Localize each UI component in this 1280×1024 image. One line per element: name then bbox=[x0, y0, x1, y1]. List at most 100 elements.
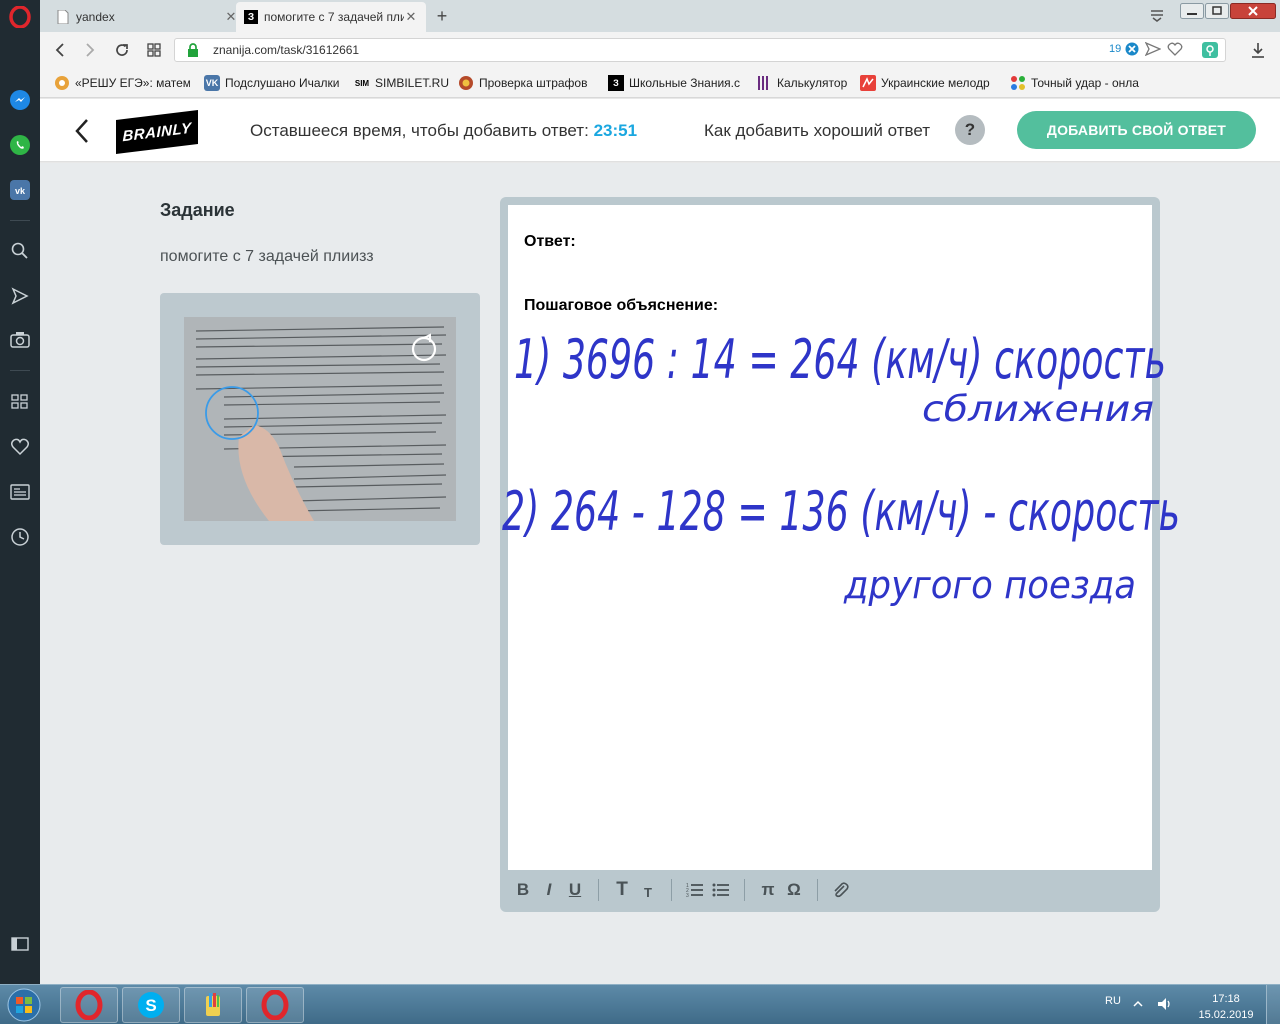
znanija-icon: З bbox=[608, 75, 624, 91]
how-to-answer-link[interactable]: Как добавить хороший ответ bbox=[704, 121, 930, 141]
tray-chevron-icon[interactable] bbox=[1132, 997, 1144, 1009]
task-text: помогите с 7 задачей плиизз bbox=[160, 248, 374, 265]
task-attachment bbox=[160, 293, 480, 545]
melodrama-icon bbox=[860, 75, 876, 91]
send-page-icon[interactable] bbox=[1144, 41, 1162, 61]
search-icon[interactable] bbox=[8, 239, 32, 263]
tabs-grid-icon[interactable] bbox=[144, 40, 164, 60]
police-icon bbox=[458, 75, 474, 91]
adblock-icon[interactable] bbox=[1125, 42, 1139, 61]
reload-icon[interactable] bbox=[112, 40, 132, 60]
time-remaining-value: 23:51 bbox=[593, 121, 638, 140]
attachment-clip-icon[interactable] bbox=[828, 877, 854, 903]
lock-icon bbox=[187, 43, 201, 59]
tab-znanija[interactable]: З помогите с 7 задачей пли ✕ bbox=[236, 2, 426, 32]
heading-small-button[interactable]: T bbox=[635, 877, 661, 903]
numbered-list-icon[interactable]: 123 bbox=[682, 877, 708, 903]
page-icon bbox=[56, 10, 70, 24]
svg-text:3: 3 bbox=[686, 893, 689, 898]
taskbar-paint-icon[interactable] bbox=[184, 987, 242, 1023]
brainly-logo[interactable]: BRAINLY bbox=[116, 109, 198, 155]
answer-textarea[interactable]: Ответ: Пошаговое объяснение: bbox=[508, 205, 1152, 870]
messenger-icon[interactable] bbox=[8, 88, 32, 112]
answer-editor: Ответ: Пошаговое объяснение: B I U T T 1… bbox=[500, 197, 1160, 912]
windows-taskbar: S RU 17:18 15.02.2019 bbox=[0, 984, 1280, 1024]
bold-button[interactable]: B bbox=[510, 877, 536, 903]
heading-large-button[interactable]: T bbox=[609, 877, 635, 903]
clock[interactable]: 17:18 15.02.2019 bbox=[1196, 991, 1256, 1023]
answer-label: Ответ: bbox=[524, 233, 576, 250]
sidebar-toggle-icon[interactable] bbox=[8, 932, 32, 956]
tochny-udar-icon bbox=[1010, 75, 1026, 91]
minimize-button[interactable] bbox=[1180, 2, 1204, 20]
bookmark-heart-icon[interactable] bbox=[1167, 42, 1183, 61]
explanation-label: Пошаговое объяснение: bbox=[524, 297, 719, 314]
bookmark-znanija[interactable]: З Школьные Знания.c bbox=[608, 73, 744, 93]
vpn-map-icon[interactable] bbox=[1200, 40, 1220, 60]
italic-button[interactable]: I bbox=[536, 877, 562, 903]
tab-bar: yandex ✕ З помогите с 7 задачей пли ✕ + bbox=[40, 0, 1280, 32]
znanija-icon: З bbox=[244, 10, 258, 24]
bullet-list-icon[interactable] bbox=[708, 877, 734, 903]
simbilet-icon: SIM bbox=[354, 78, 370, 88]
close-icon[interactable]: ✕ bbox=[404, 9, 418, 24]
taskbar-opera-icon[interactable] bbox=[246, 987, 304, 1023]
tab-menu-icon[interactable] bbox=[1148, 6, 1168, 26]
windows-start-icon[interactable] bbox=[2, 987, 46, 1023]
address-bar: znanija.com/task/31612661 19 bbox=[40, 32, 1280, 68]
clock-date: 15.02.2019 bbox=[1198, 1009, 1254, 1021]
bookmark-shtrafy[interactable]: Проверка штрафов bbox=[458, 73, 594, 93]
back-chevron-icon[interactable] bbox=[74, 117, 94, 145]
opera-sidebar: vk bbox=[0, 0, 40, 984]
news-icon[interactable] bbox=[8, 480, 32, 504]
bookmark-reshu-ege[interactable]: «РЕШУ ЕГЭ»: матема bbox=[54, 73, 190, 93]
volume-icon[interactable] bbox=[1156, 995, 1174, 1013]
bookmarks-bar: «РЕШУ ЕГЭ»: матема VK Подслушано Ичалки … bbox=[40, 68, 1280, 98]
add-answer-button[interactable]: ДОБАВИТЬ СВОЙ ОТВЕТ bbox=[1017, 111, 1256, 149]
svg-text:S: S bbox=[145, 996, 156, 1015]
speed-dial-icon[interactable] bbox=[8, 390, 32, 414]
bookmark-simbilet[interactable]: SIM SIMBILET.RU bbox=[354, 73, 450, 93]
vk-icon[interactable]: vk bbox=[8, 178, 32, 202]
taskbar-opera-icon[interactable] bbox=[60, 987, 118, 1023]
pi-symbol-button[interactable]: π bbox=[755, 877, 781, 903]
main-content: Задание помогите с 7 задачей плиизз Отве… bbox=[40, 163, 1280, 984]
svg-text:vk: vk bbox=[15, 186, 26, 196]
tab-label: помогите с 7 задачей пли bbox=[264, 10, 404, 24]
back-icon[interactable] bbox=[50, 40, 70, 60]
calculator-icon bbox=[756, 75, 772, 91]
bookmark-podslushano[interactable]: VK Подслушано Ичалки bbox=[204, 73, 346, 93]
time-remaining-label: Оставшееся время, чтобы добавить ответ: bbox=[250, 121, 589, 140]
download-icon[interactable] bbox=[1248, 40, 1268, 60]
underline-button[interactable]: U bbox=[562, 877, 588, 903]
flow-send-icon[interactable] bbox=[8, 284, 32, 308]
camera-snapshot-icon[interactable] bbox=[8, 328, 32, 352]
omega-symbol-button[interactable]: Ω bbox=[781, 877, 807, 903]
whatsapp-icon[interactable] bbox=[8, 133, 32, 157]
task-heading: Задание bbox=[160, 200, 235, 220]
bookmark-calculator[interactable]: Калькулятор bbox=[756, 73, 852, 93]
bookmark-tochny-udar[interactable]: Точный удар - онла bbox=[1010, 73, 1154, 93]
forward-icon[interactable] bbox=[80, 40, 100, 60]
clock-time: 17:18 bbox=[1212, 993, 1240, 1005]
editor-toolbar: B I U T T 123 π Ω bbox=[508, 874, 1152, 906]
history-clock-icon[interactable] bbox=[8, 525, 32, 549]
time-remaining: Оставшееся время, чтобы добавить ответ: … bbox=[250, 121, 637, 141]
vk-icon: VK bbox=[204, 75, 220, 91]
taskbar-skype-icon[interactable]: S bbox=[122, 987, 180, 1023]
close-window-button[interactable] bbox=[1230, 2, 1276, 20]
new-tab-plus-icon[interactable]: + bbox=[432, 6, 452, 26]
brainly-header: BRAINLY Оставшееся время, чтобы добавить… bbox=[40, 99, 1280, 162]
language-indicator[interactable]: RU bbox=[1105, 995, 1121, 1007]
blocked-ads-count: 19 bbox=[1109, 43, 1122, 55]
tab-label: yandex bbox=[76, 10, 115, 24]
show-desktop-button[interactable] bbox=[1266, 985, 1280, 1024]
help-icon[interactable]: ? bbox=[955, 115, 985, 145]
url-field[interactable]: znanija.com/task/31612661 19 bbox=[174, 38, 1226, 62]
opera-logo-icon[interactable] bbox=[6, 4, 34, 30]
bookmark-melodramy[interactable]: Украинские мелодр bbox=[860, 73, 998, 93]
heart-bookmarks-icon[interactable] bbox=[8, 435, 32, 459]
maximize-button[interactable] bbox=[1205, 2, 1229, 20]
reshu-ege-icon bbox=[54, 75, 70, 91]
task-photo[interactable] bbox=[184, 317, 456, 521]
